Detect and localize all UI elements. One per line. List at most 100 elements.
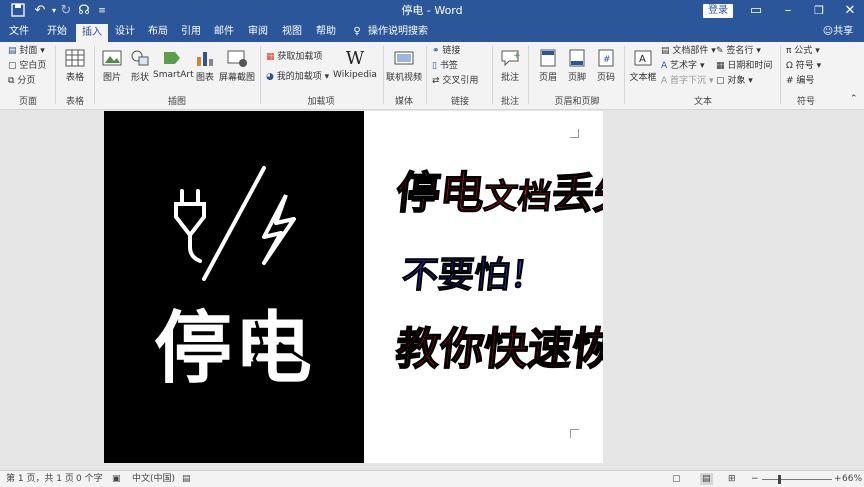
get-addins-button[interactable]: ▦ 获取加载项: [266, 52, 322, 63]
tab-design[interactable]: 设计: [112, 22, 138, 42]
language[interactable]: 中文(中国): [132, 473, 175, 485]
login-button[interactable]: 登录: [703, 4, 733, 18]
divider: [624, 46, 625, 104]
drop-cap-label: 首字下沉: [670, 76, 707, 86]
signature-line-button[interactable]: ✎ 签名行 ▾: [716, 46, 761, 57]
restore-icon[interactable]: ❐: [811, 3, 827, 19]
link-label: 链接: [442, 46, 461, 56]
screenshot-button[interactable]: 屏幕截图: [219, 48, 255, 83]
lightbulb-icon[interactable]: ♀: [350, 22, 364, 42]
symbol-button[interactable]: Ω 符号 ▾: [786, 61, 821, 72]
ribbon-display-options-icon[interactable]: ▭: [748, 3, 764, 19]
text-box-icon: A: [634, 50, 652, 66]
tab-help[interactable]: 帮助: [313, 22, 339, 42]
drop-cap-button[interactable]: A 首字下沉 ▾: [661, 76, 713, 87]
read-mode-icon[interactable]: ▢: [672, 473, 681, 485]
page-break-icon: ⧉: [8, 76, 15, 86]
page-number-button[interactable]: # 页码: [592, 48, 620, 83]
shapes-button[interactable]: 形状: [127, 48, 153, 83]
zoom-out-icon[interactable]: −: [751, 473, 759, 485]
page-count[interactable]: 第 1 页，共 1 页: [6, 473, 74, 485]
document-title: 停电 - Word: [401, 4, 463, 17]
divider: [426, 46, 427, 104]
menu-tabs: 文件 开始 插入 设计 布局 引用 邮件 审阅 视图 帮助 ♀ 操作说明搜索 ☺…: [0, 22, 864, 42]
tab-view[interactable]: 视图: [279, 22, 305, 42]
date-time-button[interactable]: ▦ 日期和时间: [716, 61, 772, 72]
video-icon: [394, 51, 414, 65]
ribbon-insert: ▤ 封面 ▾ ▢ 空白页 ⧉ 分页 页面 表格 表格 图片 形状 SmartAr…: [0, 42, 864, 110]
share-button[interactable]: ☺共享: [818, 22, 858, 42]
divider: [780, 46, 781, 104]
collapse-ribbon-icon[interactable]: ⌃: [850, 94, 858, 105]
page-break-button[interactable]: ⧉ 分页: [8, 76, 35, 87]
tab-file[interactable]: 文件: [6, 22, 32, 42]
pictures-button[interactable]: 图片: [98, 48, 126, 83]
link-icon: ⚭: [432, 46, 440, 56]
text-box-button[interactable]: A 文本框: [628, 48, 658, 83]
my-addins-button[interactable]: ◕ 我的加载项 ▾: [266, 72, 329, 83]
smartart-label: SmartArt: [153, 70, 194, 80]
footer-button[interactable]: 页脚: [563, 48, 591, 83]
screenshot-label: 屏幕截图: [219, 73, 256, 83]
quick-parts-button[interactable]: ▤ 文档部件 ▾: [661, 46, 716, 57]
proofing-icon[interactable]: ▣: [112, 473, 121, 485]
tab-home[interactable]: 开始: [43, 22, 71, 42]
number-button[interactable]: # 编号: [786, 76, 814, 87]
equation-button[interactable]: π 公式 ▾: [786, 46, 820, 57]
comment-button[interactable]: + 批注: [496, 48, 524, 83]
headline-word-document: 文档: [481, 177, 554, 218]
zoom-slider[interactable]: [762, 475, 832, 484]
smartart-button[interactable]: SmartArt: [153, 48, 194, 80]
chevron-down-icon: ▾: [815, 46, 820, 56]
cover-page-label: 封面: [19, 46, 38, 56]
zoom-in-icon[interactable]: +: [834, 473, 842, 485]
header-label: 页眉: [538, 73, 557, 83]
wikipedia-label: Wikipedia: [333, 70, 377, 80]
tab-review[interactable]: 审阅: [245, 22, 271, 42]
object-label: 对象: [727, 76, 746, 86]
tell-me-search[interactable]: 操作说明搜索: [368, 22, 428, 42]
wikipedia-button[interactable]: W Wikipedia: [333, 48, 377, 80]
object-button[interactable]: ▢ 对象 ▾: [716, 76, 753, 87]
bookmark-button[interactable]: ▯ 书签: [432, 61, 458, 72]
macro-icon[interactable]: ▤: [182, 473, 191, 485]
tab-insert[interactable]: 插入: [76, 24, 108, 42]
zoom-level[interactable]: 66%: [842, 473, 862, 485]
divider: [492, 46, 493, 104]
group-label-tables: 表格: [65, 97, 84, 107]
document-page[interactable]: 停电 停电文档丢失 不要怕！ 教你快速恢复！: [104, 111, 603, 463]
signature-line-label: 签名行: [726, 46, 754, 56]
group-label-header-footer: 页眉和页脚: [554, 97, 600, 107]
chart-button[interactable]: 图表: [192, 48, 218, 83]
tab-mailings[interactable]: 邮件: [211, 22, 237, 42]
header-button[interactable]: 页眉: [534, 48, 562, 83]
group-label-addins: 加载项: [307, 97, 335, 107]
tab-references[interactable]: 引用: [178, 22, 204, 42]
quick-parts-icon: ▤: [661, 46, 670, 56]
link-button[interactable]: ⚭ 链接: [432, 46, 460, 57]
tab-layout[interactable]: 布局: [145, 22, 171, 42]
cross-reference-button[interactable]: ⇄ 交叉引用: [432, 76, 478, 87]
page-number-label: 页码: [596, 73, 615, 83]
print-layout-icon[interactable]: ▤: [700, 473, 713, 485]
online-video-button[interactable]: 联机视频: [386, 48, 422, 83]
web-layout-icon[interactable]: ⊞: [728, 473, 736, 485]
blank-page-button[interactable]: ▢ 空白页: [8, 61, 46, 72]
cover-page-button[interactable]: ▤ 封面 ▾: [8, 46, 45, 57]
store-icon: ▦: [266, 52, 275, 62]
cover-page-icon: ▤: [8, 46, 17, 56]
chevron-down-icon: ▾: [708, 76, 714, 86]
group-label-links: 链接: [450, 97, 469, 107]
minimize-icon[interactable]: –: [780, 3, 796, 19]
wordart-button[interactable]: A 艺术字 ▾: [661, 61, 704, 72]
table-button[interactable]: 表格: [60, 48, 90, 83]
chevron-down-icon: ▾: [699, 61, 705, 71]
blank-page-icon: ▢: [8, 61, 17, 71]
close-icon[interactable]: ✕: [842, 3, 858, 19]
bookmark-icon: ▯: [432, 61, 437, 71]
headline-word-lost: 丢失: [549, 168, 603, 219]
word-count[interactable]: 0 个字: [76, 473, 103, 485]
page-number-icon: #: [598, 49, 614, 67]
zoom-slider-thumb[interactable]: [778, 475, 781, 484]
share-label: 共享: [833, 26, 854, 37]
